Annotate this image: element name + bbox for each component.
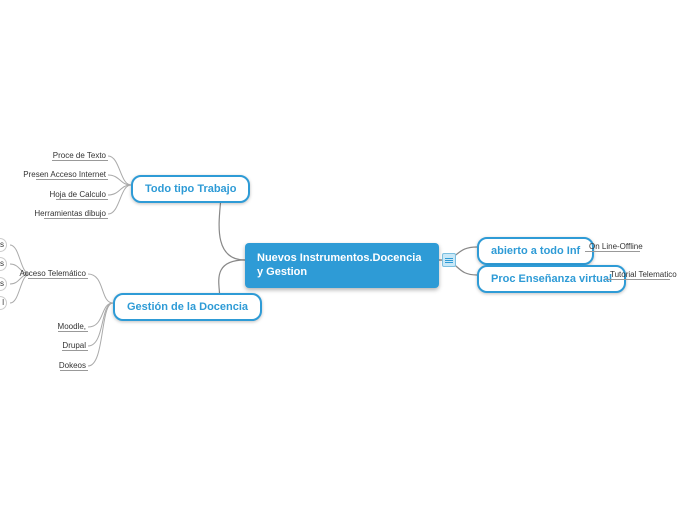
leaf-proce-texto[interactable]: Proce de Texto <box>0 151 106 160</box>
central-topic-label: Nuevos Instrumentos.Docencia y Gestion <box>257 252 421 278</box>
leaf-dokeos[interactable]: Dokeos <box>0 361 86 370</box>
cutoff-label: l <box>0 298 4 307</box>
branch-label: Proc Enseñanza virtual <box>491 273 612 285</box>
central-topic[interactable]: Nuevos Instrumentos.Docencia y Gestion <box>245 243 439 288</box>
leaf-hoja-calculo[interactable]: Hoja de Calculo <box>0 190 106 199</box>
leaf-presen-acceso[interactable]: Presen Acceso Internet <box>0 170 106 179</box>
leaf-acceso-telematico[interactable]: Acceso Telemático <box>0 269 86 278</box>
branch-todo-tipo-trabajo[interactable]: Todo tipo Trabajo <box>131 175 250 203</box>
leaf-drupal[interactable]: Drupal <box>0 341 86 350</box>
cutoff-label: s <box>0 259 4 268</box>
leaf-online-offline[interactable]: On Line-Offline <box>589 242 643 251</box>
branch-label: Gestión de la Docencia <box>127 301 248 313</box>
branch-gestion-docencia[interactable]: Gestión de la Docencia <box>113 293 262 321</box>
leaf-tutorial-telematico[interactable]: Tutorial Telematico <box>610 270 677 279</box>
branch-label: abierto a todo Inf <box>491 245 580 257</box>
branch-abierto-todo-inf[interactable]: abierto a todo Inf <box>477 237 594 265</box>
leaf-moodle[interactable]: Moodle, <box>0 322 86 331</box>
note-icon[interactable] <box>442 253 456 267</box>
cutoff-label: s <box>0 279 4 288</box>
branch-label: Todo tipo Trabajo <box>145 183 236 195</box>
branch-proc-ensenanza[interactable]: Proc Enseñanza virtual <box>477 265 626 293</box>
leaf-herramientas-dibujo[interactable]: Herramientas dibujo <box>0 209 106 218</box>
cutoff-label: s <box>0 240 4 249</box>
